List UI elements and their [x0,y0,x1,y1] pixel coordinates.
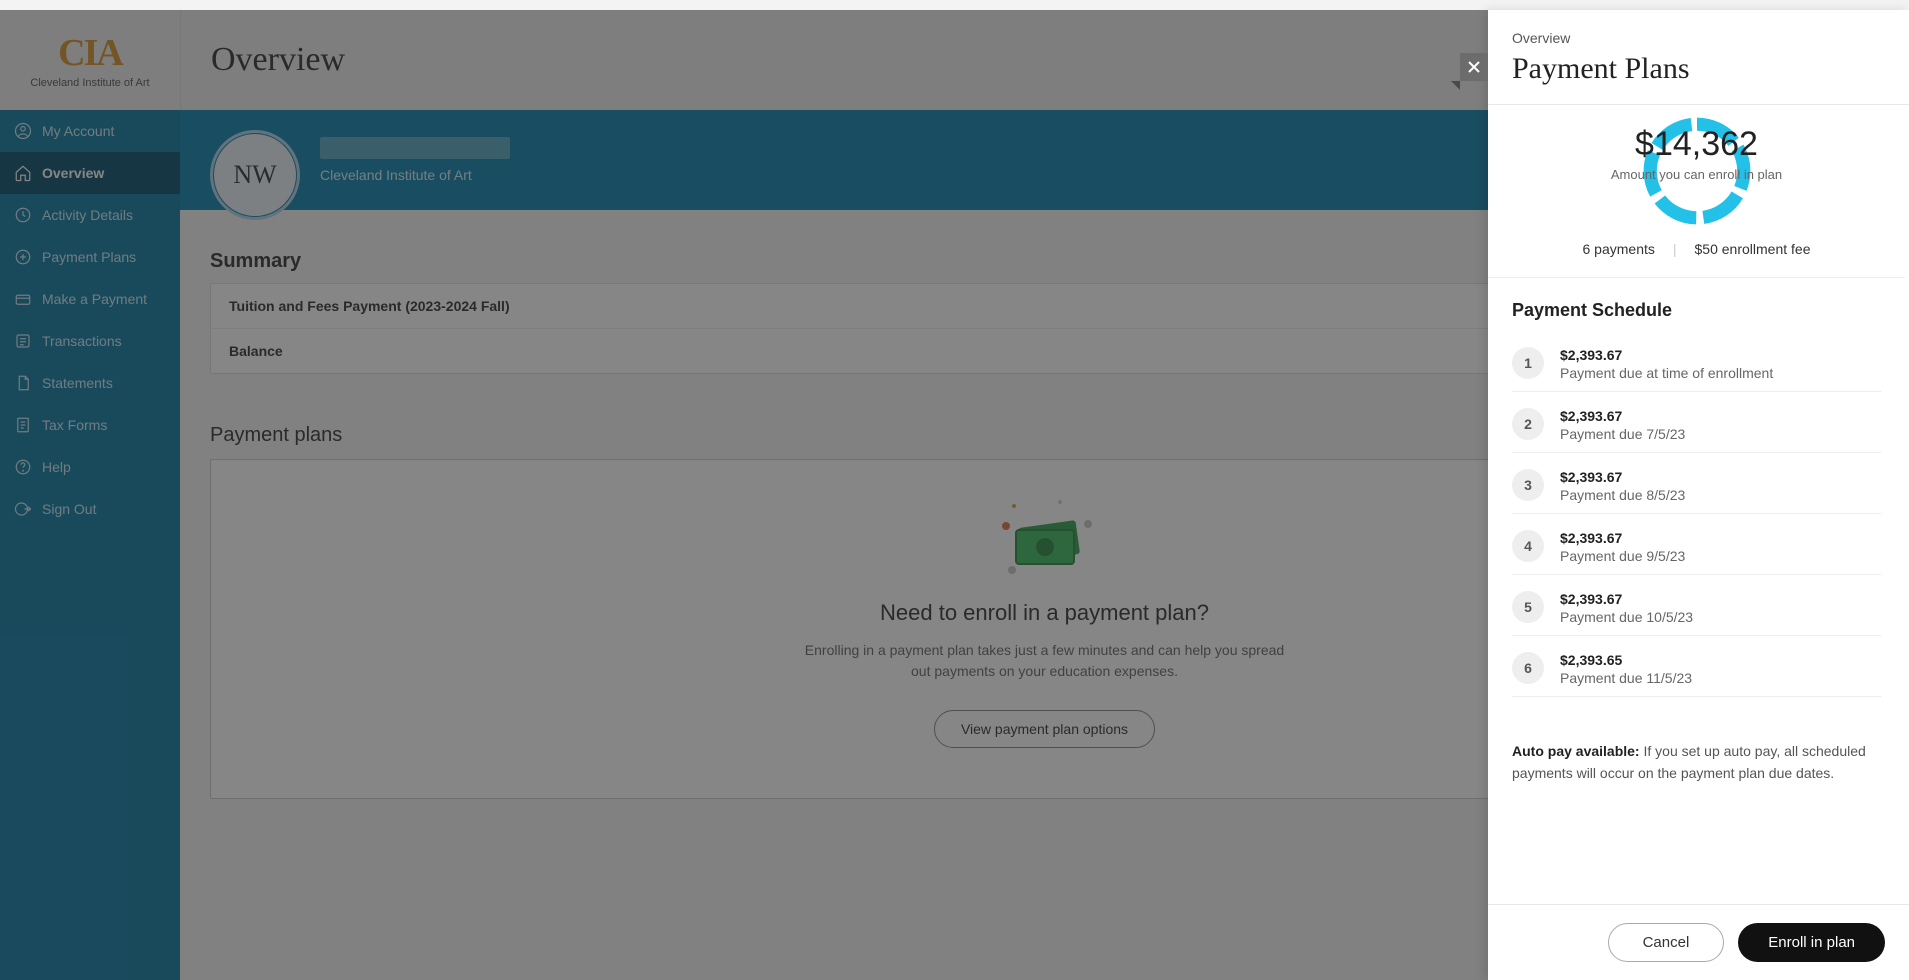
plan-meta: 6 payments | $50 enrollment fee [1488,241,1905,257]
autopay-label: Auto pay available: [1512,743,1640,759]
schedule-amount: $2,393.67 [1560,530,1685,546]
schedule-item: 3 $2,393.67 Payment due 8/5/23 [1512,461,1881,514]
schedule-num: 1 [1512,347,1544,379]
donut-chart: $14,362 Amount you can enroll in plan [1597,111,1797,231]
payment-schedule: Payment Schedule 1 $2,393.67 Payment due… [1488,278,1905,729]
modal-scrim[interactable] [0,10,1488,980]
panel-title: Payment Plans [1512,52,1885,86]
schedule-num: 6 [1512,652,1544,684]
schedule-title: Payment Schedule [1512,300,1881,321]
enroll-amount-sub: Amount you can enroll in plan [1597,167,1797,184]
schedule-due: Payment due 11/5/23 [1560,670,1692,686]
schedule-num: 5 [1512,591,1544,623]
schedule-item: 2 $2,393.67 Payment due 7/5/23 [1512,400,1881,453]
schedule-item: 6 $2,393.65 Payment due 11/5/23 [1512,644,1881,697]
schedule-due: Payment due 10/5/23 [1560,609,1693,625]
panel-footer: Cancel Enroll in plan [1488,904,1909,980]
cancel-button[interactable]: Cancel [1608,923,1725,962]
amount-block: $14,362 Amount you can enroll in plan 6 … [1488,105,1905,278]
schedule-item: 4 $2,393.67 Payment due 9/5/23 [1512,522,1881,575]
schedule-num: 4 [1512,530,1544,562]
meta-payments: 6 payments [1583,241,1655,257]
schedule-due: Payment due 9/5/23 [1560,548,1685,564]
meta-fee: $50 enrollment fee [1695,241,1811,257]
schedule-amount: $2,393.65 [1560,652,1692,668]
schedule-due: Payment due 8/5/23 [1560,487,1685,503]
schedule-item: 5 $2,393.67 Payment due 10/5/23 [1512,583,1881,636]
enroll-button[interactable]: Enroll in plan [1738,923,1885,962]
autopay-note: Auto pay available: If you set up auto p… [1488,729,1905,808]
panel-header: Overview Payment Plans [1488,10,1909,105]
enroll-amount: $14,362 [1597,125,1797,164]
schedule-due: Payment due 7/5/23 [1560,426,1685,442]
schedule-amount: $2,393.67 [1560,347,1773,363]
panel-breadcrumb: Overview [1512,30,1885,46]
schedule-amount: $2,393.67 [1560,469,1685,485]
close-button[interactable] [1460,53,1488,81]
schedule-amount: $2,393.67 [1560,408,1685,424]
close-icon [1466,59,1482,75]
schedule-item: 1 $2,393.67 Payment due at time of enrol… [1512,339,1881,392]
schedule-amount: $2,393.67 [1560,591,1693,607]
schedule-num: 3 [1512,469,1544,501]
schedule-due: Payment due at time of enrollment [1560,365,1773,381]
panel-scroll[interactable]: $14,362 Amount you can enroll in plan 6 … [1488,105,1909,904]
meta-sep: | [1673,241,1677,257]
payment-plans-panel: Overview Payment Plans $14,362 Amount yo… [1488,10,1909,980]
schedule-num: 2 [1512,408,1544,440]
